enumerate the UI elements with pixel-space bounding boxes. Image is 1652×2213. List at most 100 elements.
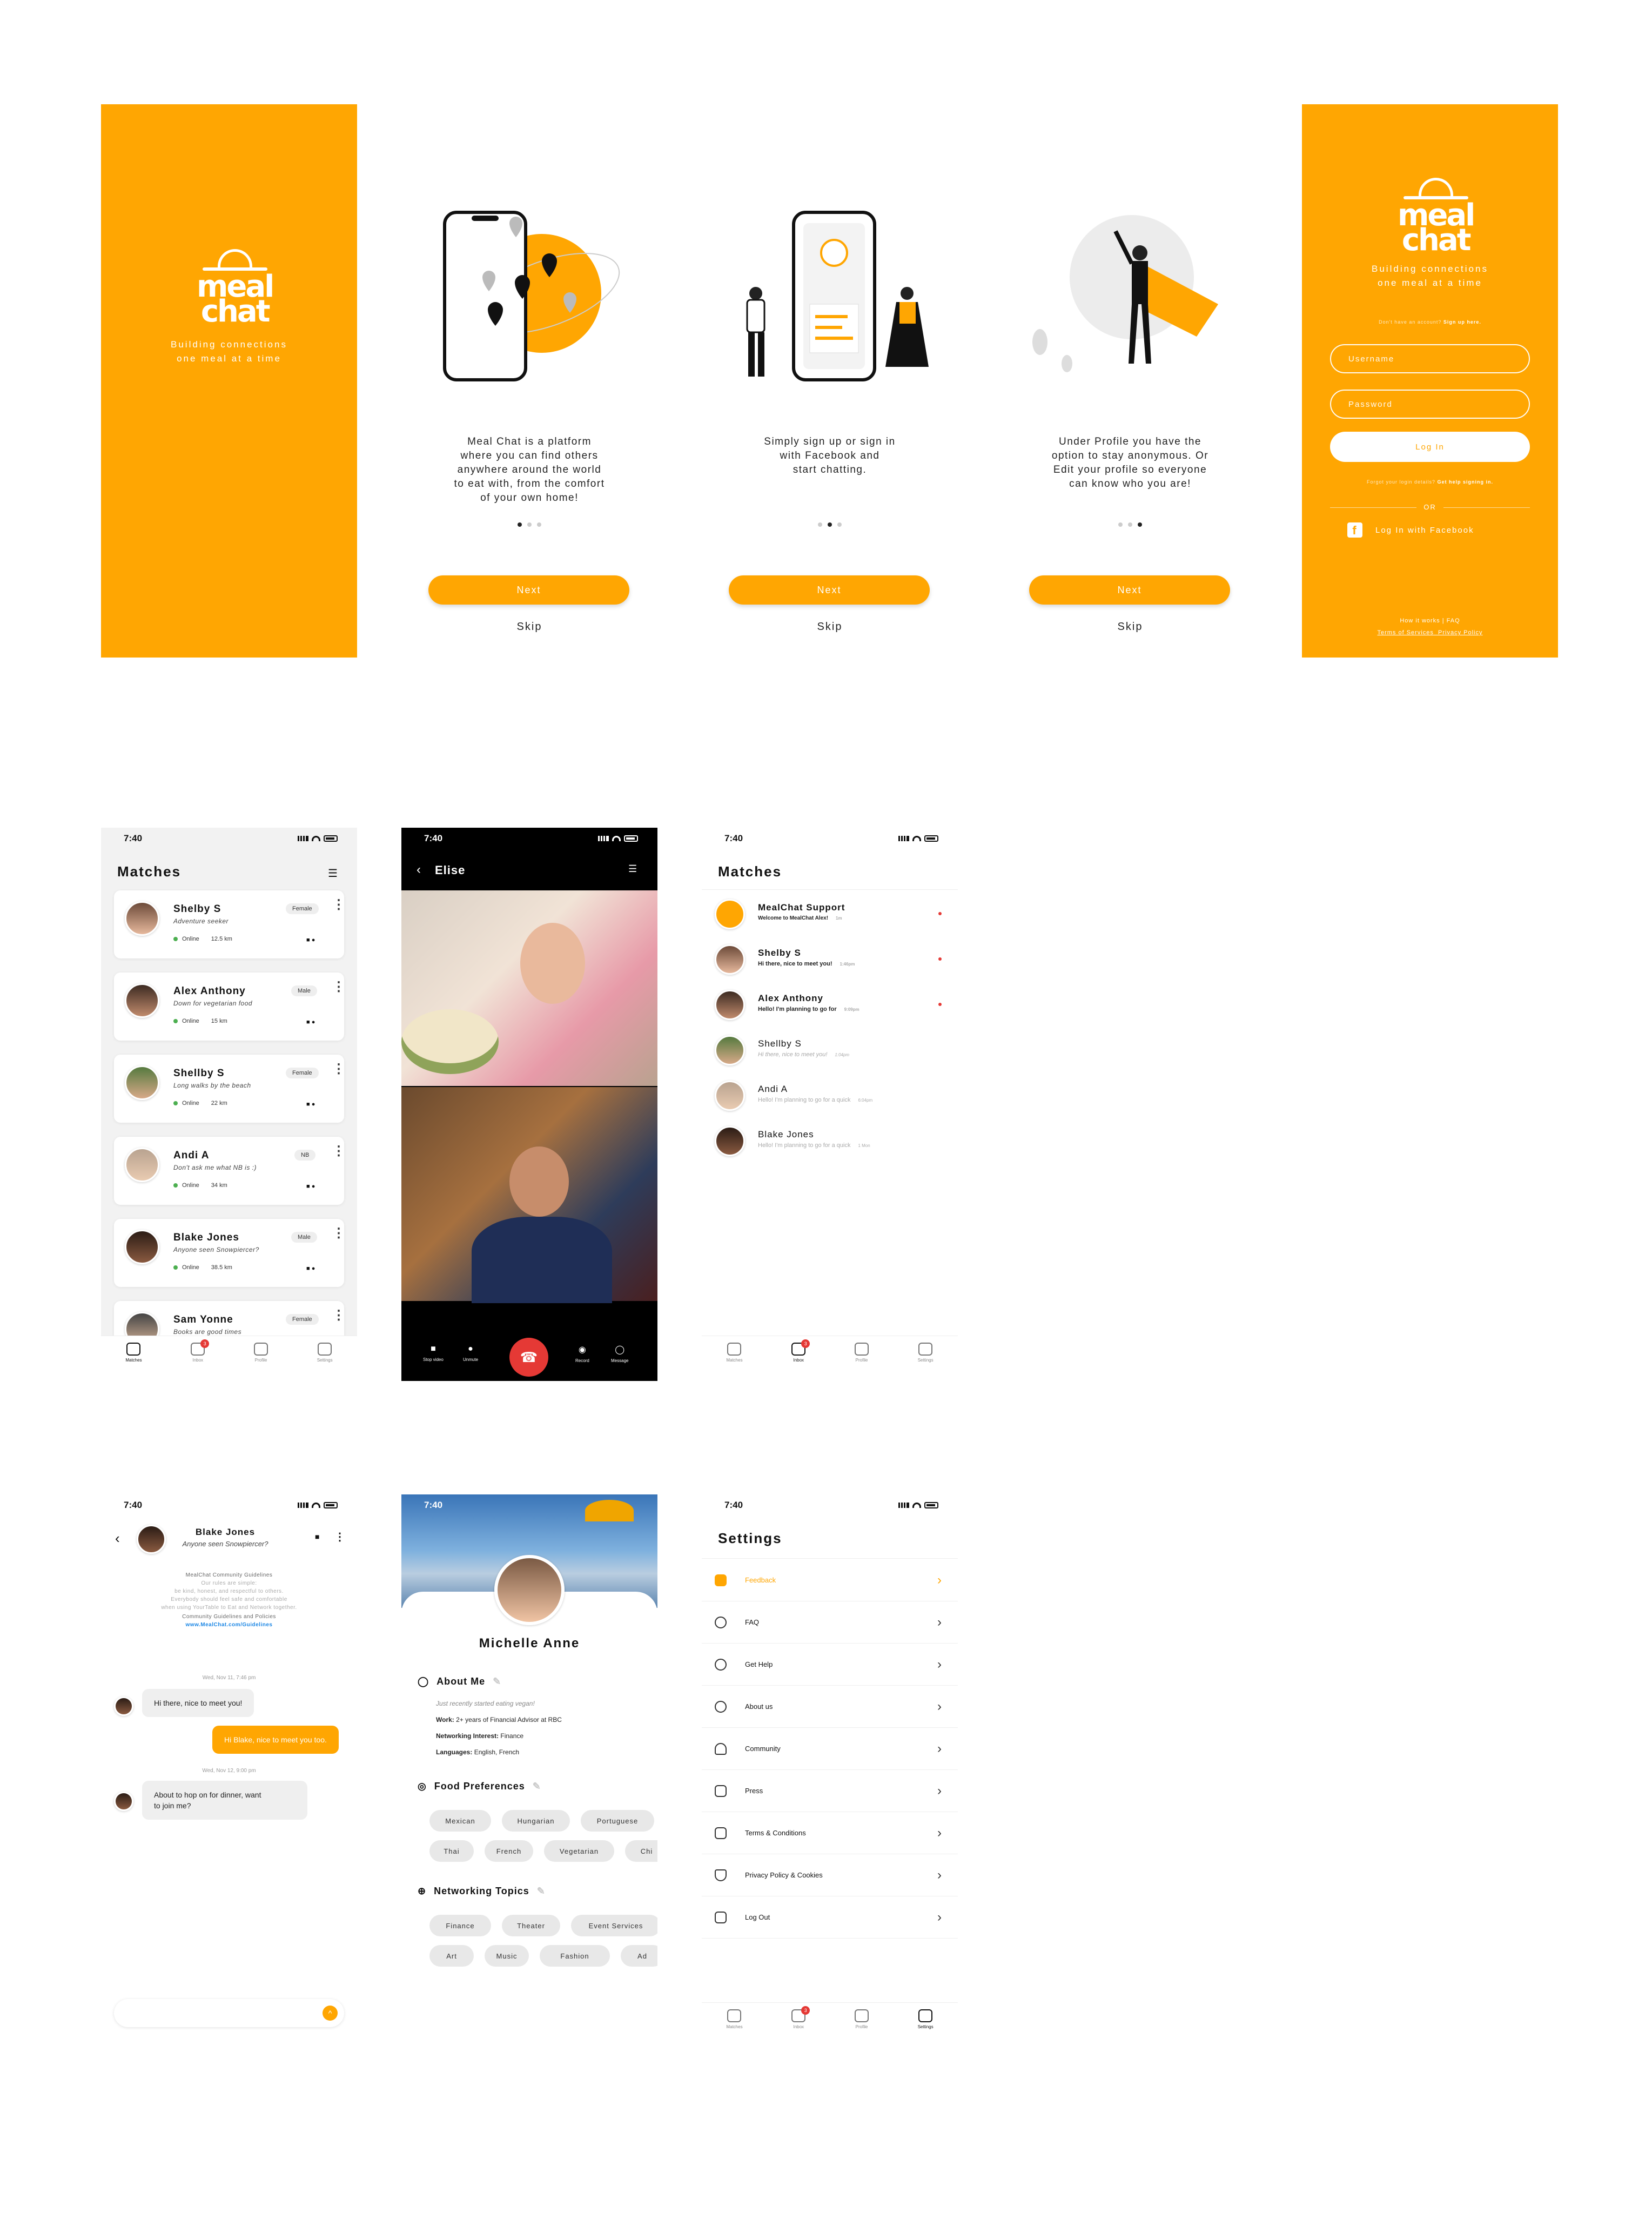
page-indicator bbox=[401, 522, 657, 527]
next-button[interactable]: Next bbox=[428, 575, 629, 605]
conversation-row[interactable]: Alex Anthony Hello! I'm planning to go f… bbox=[715, 987, 952, 1030]
video-chat-icons[interactable]: ■ ● bbox=[306, 937, 315, 943]
match-card[interactable]: Andi A Don't ask me what NB is :) NB Onl… bbox=[114, 1137, 345, 1205]
onboarding-text: Under Profile you have the option to stay… bbox=[1051, 436, 1209, 489]
next-button[interactable]: Next bbox=[1029, 575, 1230, 605]
settings-screen: 7:40 Settings Feedback › FAQ › Get Help › A… bbox=[702, 1494, 958, 2048]
tab-inbox[interactable]: 3 Inbox bbox=[791, 2006, 810, 2048]
skip-button[interactable]: Skip bbox=[401, 621, 657, 633]
facebook-login-button[interactable]: f Log In with Facebook bbox=[1347, 522, 1474, 538]
tab-settings[interactable]: Settings bbox=[317, 1343, 333, 1381]
more-options-icon[interactable]: ⋮ bbox=[332, 1227, 345, 1240]
settings-row-logout[interactable]: Log Out › bbox=[702, 1896, 958, 1939]
status-bar: 7:40 bbox=[101, 1494, 357, 1516]
settings-row-faq[interactable]: FAQ › bbox=[702, 1601, 958, 1644]
or-label: OR bbox=[1416, 503, 1443, 511]
faq-link[interactable]: FAQ bbox=[1447, 618, 1460, 624]
edit-icon[interactable]: ✎ bbox=[533, 1781, 541, 1792]
more-options-icon[interactable]: ⋮ bbox=[332, 898, 345, 911]
match-card[interactable]: Shellby S Long walks by the beach Female… bbox=[114, 1055, 345, 1123]
settings-row-community[interactable]: Community › bbox=[702, 1728, 958, 1770]
video-chat-icons[interactable]: ■ ● bbox=[306, 1019, 315, 1025]
unmute-button[interactable]: ● Unmute bbox=[463, 1344, 478, 1362]
avatar bbox=[715, 990, 745, 1020]
settings-row-get-help[interactable]: Get Help › bbox=[702, 1644, 958, 1686]
edit-icon[interactable]: ✎ bbox=[493, 1676, 501, 1687]
send-button[interactable]: ^ bbox=[323, 2006, 338, 2021]
match-card[interactable]: Blake Jones Anyone seen Snowpiercer? Mal… bbox=[114, 1219, 345, 1287]
tab-settings[interactable]: Settings bbox=[918, 1343, 934, 1381]
message-bubble: Hi there, nice to meet you! bbox=[142, 1689, 254, 1717]
message-input[interactable] bbox=[114, 1999, 344, 2027]
tab-inbox[interactable]: 3 Inbox bbox=[791, 1339, 810, 1381]
more-options-icon[interactable]: ⋮ bbox=[334, 1530, 345, 1544]
topic-chip: Theater bbox=[502, 1915, 560, 1936]
edit-icon[interactable]: ✎ bbox=[537, 1886, 546, 1897]
gender-badge: Female bbox=[286, 1314, 319, 1325]
record-button[interactable]: ◉ Record bbox=[575, 1344, 589, 1363]
tab-settings[interactable]: Settings bbox=[918, 2009, 934, 2048]
more-options-icon[interactable]: ⋮ bbox=[332, 1063, 345, 1076]
video-chat-icons[interactable]: ■ ● bbox=[306, 1265, 315, 1272]
document-icon bbox=[715, 1827, 727, 1839]
video-call-icon[interactable]: ■ bbox=[315, 1532, 319, 1541]
guidelines-link[interactable]: www.MealChat.com/Guidelines bbox=[101, 1621, 357, 1629]
skip-button[interactable]: Skip bbox=[702, 621, 958, 633]
match-card[interactable]: Shelby S Adventure seeker Female Online 1… bbox=[114, 890, 345, 958]
matches-icon bbox=[126, 1343, 141, 1356]
profile-avatar[interactable] bbox=[494, 1555, 565, 1625]
profile-name: Michelle Anne bbox=[479, 1636, 580, 1651]
topic-chip: Music bbox=[485, 1945, 529, 1967]
more-options-icon[interactable]: ⋮ bbox=[332, 1145, 345, 1158]
tab-matches[interactable]: Matches bbox=[125, 1343, 142, 1381]
filter-icon[interactable]: ☰ bbox=[328, 867, 338, 880]
video-chat-icons[interactable]: ■ ● bbox=[306, 1101, 315, 1108]
settings-row-feedback[interactable]: Feedback › bbox=[702, 1559, 958, 1601]
login-button[interactable]: Log In bbox=[1330, 432, 1530, 462]
food-chip: Vegetarian bbox=[544, 1840, 614, 1862]
settings-icon[interactable]: ☰ bbox=[628, 863, 637, 875]
conversation-row[interactable]: Blake Jones Hello! I'm planning to go fo… bbox=[715, 1123, 952, 1166]
gear-icon bbox=[918, 2009, 933, 2022]
back-icon[interactable]: ‹ bbox=[417, 862, 421, 877]
privacy-link[interactable]: Privacy Policy bbox=[1438, 629, 1482, 636]
tab-profile[interactable]: Profile bbox=[854, 2009, 869, 2048]
how-it-works-link[interactable]: How it works bbox=[1400, 618, 1440, 624]
chevron-right-icon: › bbox=[937, 1572, 942, 1587]
conversation-row[interactable]: Shellby S Hi there, nice to meet you! 1:0… bbox=[715, 1032, 952, 1075]
settings-row-privacy[interactable]: Privacy Policy & Cookies › bbox=[702, 1854, 958, 1896]
tab-profile[interactable]: Profile bbox=[253, 1343, 268, 1381]
tab-matches[interactable]: Matches bbox=[726, 1343, 743, 1381]
chevron-right-icon: › bbox=[937, 1614, 942, 1629]
get-help-link[interactable]: Get help signing in. bbox=[1438, 479, 1494, 485]
more-options-icon[interactable]: ⋮ bbox=[332, 1309, 345, 1322]
next-button[interactable]: Next bbox=[729, 575, 930, 605]
signup-link[interactable]: Sign up here. bbox=[1443, 319, 1481, 325]
tab-matches[interactable]: Matches bbox=[726, 2009, 743, 2048]
conversation-row[interactable]: Andi A Hello! I'm planning to go for a q… bbox=[715, 1077, 952, 1121]
video-chat-icons[interactable]: ■ ● bbox=[306, 1183, 315, 1190]
settings-row-press[interactable]: Press › bbox=[702, 1770, 958, 1812]
chevron-right-icon: › bbox=[937, 1741, 942, 1756]
tab-inbox[interactable]: 3 Inbox bbox=[191, 1339, 210, 1381]
page-title: Matches bbox=[718, 863, 782, 880]
back-icon[interactable]: ‹ bbox=[115, 1530, 120, 1547]
unread-dot bbox=[938, 1003, 942, 1006]
conversation-row[interactable]: MealChat Support Welcome to MealChat Ale… bbox=[715, 896, 952, 939]
settings-row-about[interactable]: About us › bbox=[702, 1686, 958, 1728]
chat-partner-tagline: Anyone seen Snowpiercer? bbox=[182, 1540, 268, 1548]
match-card[interactable]: Alex Anthony Down for vegetarian food Ma… bbox=[114, 973, 345, 1041]
settings-row-terms[interactable]: Terms & Conditions › bbox=[702, 1812, 958, 1854]
end-call-button[interactable]: ☎ bbox=[509, 1338, 548, 1377]
terms-link[interactable]: Terms of Services bbox=[1377, 629, 1433, 636]
stop-video-button[interactable]: ■ Stop video bbox=[423, 1344, 444, 1362]
password-field[interactable]: Password bbox=[1330, 390, 1530, 419]
unread-badge: 3 bbox=[801, 2006, 810, 2015]
topic-chip: Art bbox=[429, 1945, 474, 1967]
tab-profile[interactable]: Profile bbox=[854, 1343, 869, 1381]
username-field[interactable]: Username bbox=[1330, 344, 1530, 373]
message-button[interactable]: ◯ Message bbox=[611, 1344, 628, 1363]
more-options-icon[interactable]: ⋮ bbox=[332, 981, 345, 994]
conversation-row[interactable]: Shelby S Hi there, nice to meet you! 1:46… bbox=[715, 941, 952, 984]
skip-button[interactable]: Skip bbox=[1002, 621, 1258, 633]
